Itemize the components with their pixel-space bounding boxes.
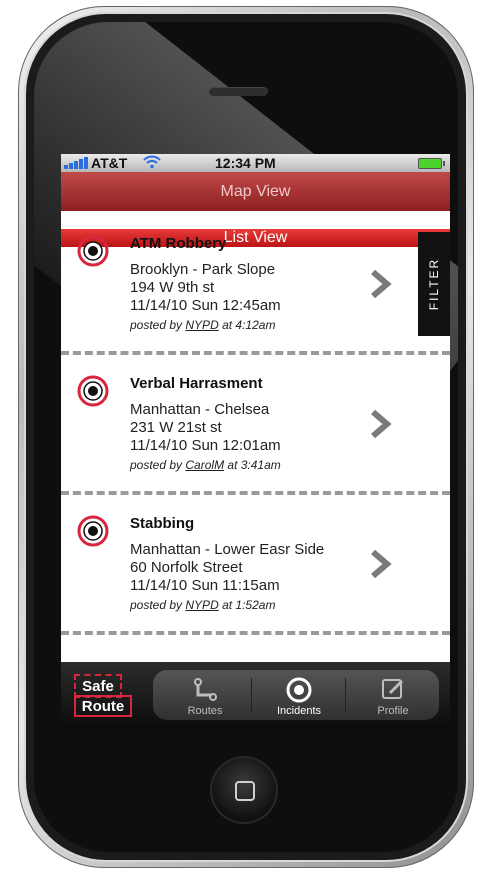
incident-address: 60 Norfolk Street — [130, 559, 243, 576]
incidents-icon — [286, 677, 312, 703]
home-square-icon — [235, 781, 255, 801]
incident-posted: posted by NYPD at 4:12am — [130, 318, 275, 332]
posted-prefix: posted by — [130, 318, 183, 332]
incident-location: Brooklyn - Park Slope — [130, 261, 276, 278]
tab-profile-label: Profile — [377, 705, 409, 717]
chevron-right-icon[interactable] — [369, 548, 393, 580]
chevron-right-icon[interactable] — [369, 408, 393, 440]
bottom-tab-bar: Safe Route Routes Incidents Profile — [61, 662, 450, 728]
tab-map-view[interactable]: Map View — [61, 172, 450, 211]
posted-prefix: posted by — [130, 598, 183, 612]
incident-title: Stabbing — [130, 515, 195, 532]
filter-button[interactable]: FILTER — [418, 232, 450, 336]
safe-route-logo: Safe Route — [74, 674, 160, 717]
incident-datetime: 11/14/10 Sun 11:15am — [130, 577, 280, 594]
incident-address: 231 W 21st st — [130, 419, 222, 436]
earpiece-speaker — [209, 87, 268, 96]
tab-routes-label: Routes — [187, 705, 223, 717]
routes-icon — [194, 678, 217, 701]
tab-profile[interactable]: Profile — [346, 670, 440, 720]
row-divider — [61, 631, 450, 635]
incident-posted: posted by NYPD at 1:52am — [130, 598, 275, 612]
incident-row[interactable]: Stabbing Manhattan - Lower Easr Side 60 … — [61, 491, 450, 631]
incident-datetime: 11/14/10 Sun 12:01am — [130, 437, 281, 454]
incident-location: Manhattan - Lower Easr Side — [130, 541, 325, 558]
wifi-icon — [143, 155, 161, 172]
posted-prefix: posted by — [130, 458, 183, 472]
incident-location: Manhattan - Chelsea — [130, 401, 270, 418]
incident-datetime: 11/14/10 Sun 12:45am — [130, 297, 281, 314]
carrier-name: AT&T — [91, 155, 128, 171]
filter-label: FILTER — [427, 257, 442, 311]
incident-list: ATM Robbery Brooklyn - Park Slope 194 W … — [61, 211, 450, 635]
status-time: 12:34 PM — [215, 155, 276, 171]
battery-icon — [418, 158, 445, 169]
incident-title: Verbal Harrasment — [130, 375, 263, 392]
chevron-right-icon[interactable] — [369, 268, 393, 300]
status-bar: AT&T 12:34 PM — [61, 154, 450, 172]
home-button[interactable] — [212, 758, 276, 822]
incident-marker-icon — [77, 515, 109, 547]
tab-routes[interactable]: Routes — [158, 670, 252, 720]
incident-marker-icon — [77, 235, 109, 267]
posted-by-link[interactable]: CarolM — [185, 458, 224, 472]
posted-by-link[interactable]: NYPD — [185, 318, 218, 332]
posted-time: at 3:41am — [227, 458, 281, 472]
incident-title: ATM Robbery — [130, 235, 227, 252]
posted-time: at 1:52am — [222, 598, 276, 612]
app-screen: AT&T 12:34 PM Map View List View ATM Rob… — [61, 154, 450, 728]
posted-time: at 4:12am — [222, 318, 276, 332]
incident-posted: posted by CarolM at 3:41am — [130, 458, 281, 472]
incident-row[interactable]: ATM Robbery Brooklyn - Park Slope 194 W … — [61, 211, 450, 351]
posted-by-link[interactable]: NYPD — [185, 598, 218, 612]
incident-address: 194 W 9th st — [130, 279, 215, 296]
tab-incidents[interactable]: Incidents — [252, 670, 346, 720]
signal-strength-icon — [64, 157, 88, 169]
logo-line-2: Route — [74, 695, 132, 717]
view-switcher: Map View List View — [61, 172, 450, 247]
profile-icon — [382, 679, 404, 699]
incident-row[interactable]: Verbal Harrasment Manhattan - Chelsea 23… — [61, 351, 450, 491]
tab-incidents-label: Incidents — [276, 705, 322, 717]
incident-marker-icon — [77, 375, 109, 407]
